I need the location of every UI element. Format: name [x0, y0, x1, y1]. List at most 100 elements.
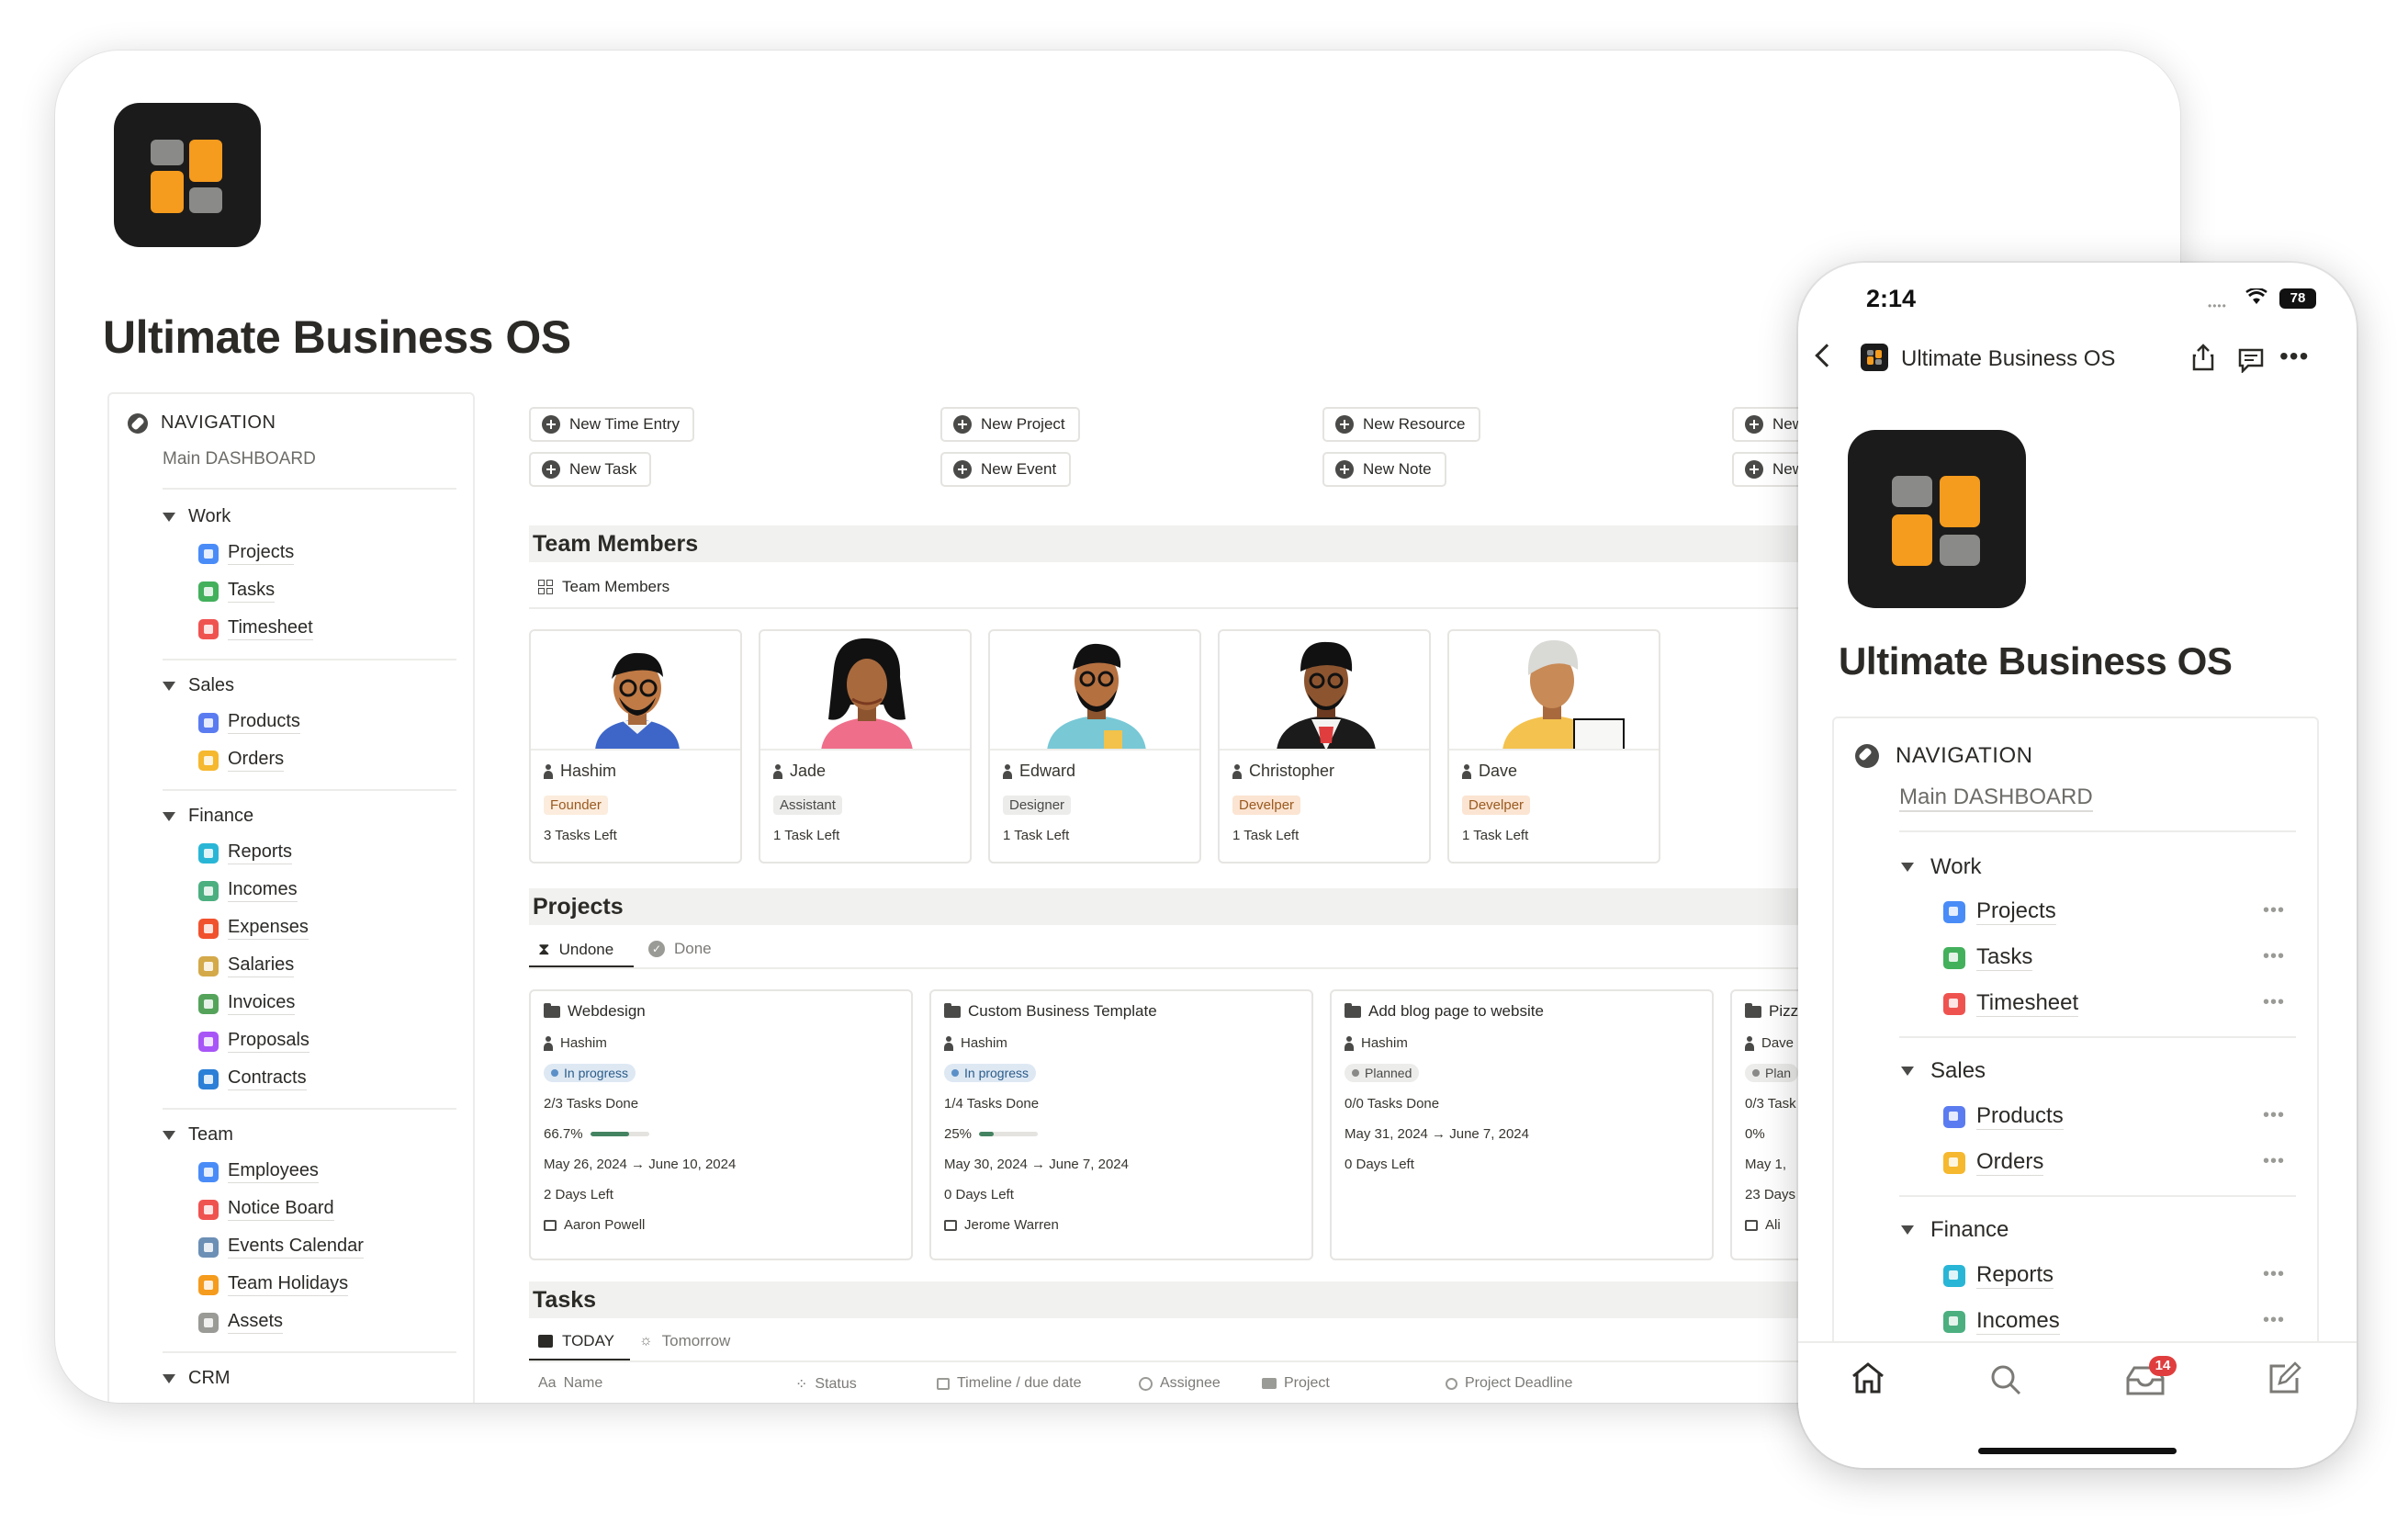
project-card[interactable]: Webdesign Hashim In progress 2/3 Tasks D… [529, 989, 913, 1260]
nav-group-work[interactable]: Work [1901, 854, 1982, 880]
column-header-assignee[interactable]: Assignee [1139, 1375, 1221, 1392]
home-icon[interactable] [1850, 1361, 1886, 1394]
progress: 66.7% [544, 1126, 649, 1142]
column-header-project-deadline[interactable]: Project Deadline [1446, 1375, 1572, 1392]
contracts-icon [198, 1068, 219, 1089]
incomes-icon [1943, 1310, 1965, 1333]
progress: 0% [1745, 1126, 1765, 1142]
more-icon[interactable]: ••• [2263, 1310, 2285, 1331]
sidebar-item-expenses[interactable]: Expenses [198, 917, 309, 940]
nav-group-crm[interactable]: CRM [163, 1368, 231, 1389]
project-card[interactable]: Custom Business Template Hashim In progr… [929, 989, 1313, 1260]
nav-group-finance[interactable]: Finance [163, 806, 253, 827]
sidebar-item-employees[interactable]: Employees [198, 1160, 319, 1183]
new-event-button[interactable]: New Event [940, 452, 1072, 487]
gallery-icon [538, 580, 553, 594]
tasks-done: 2/3 Tasks Done [544, 1096, 639, 1112]
search-icon[interactable] [1989, 1363, 2022, 1396]
sidebar-item-invoices[interactable]: Invoices [198, 992, 296, 1015]
sidebar-item-projects[interactable]: Projects [198, 542, 295, 565]
person-icon [773, 763, 782, 779]
navigation-header: NAVIGATION [1855, 743, 2032, 769]
comment-icon[interactable] [2237, 347, 2265, 373]
sidebar-item-projects[interactable]: Projects [1943, 898, 2056, 925]
sidebar-item-timesheet[interactable]: Timesheet [1943, 990, 2079, 1017]
plus-circle-icon [542, 415, 560, 434]
column-header-timeline[interactable]: Timeline / due date [937, 1375, 1081, 1392]
sidebar-item-products[interactable]: Products [198, 711, 300, 734]
role-badge: Designer [1003, 796, 1072, 815]
more-icon[interactable]: ••• [2263, 900, 2285, 921]
invoices-icon [198, 993, 219, 1014]
phone-frame: 2:14 •••• 78 Ultimate Business OS ••• Ul… [1798, 263, 2357, 1468]
project-card[interactable]: Add blog page to website Hashim Planned … [1330, 989, 1714, 1260]
more-icon[interactable]: ••• [2263, 946, 2285, 967]
employees-icon [198, 1161, 219, 1182]
calendar-icon [538, 1335, 553, 1348]
tab-tomorrow[interactable]: ☼ Tomorrow [639, 1332, 730, 1350]
sidebar-item-notice-board[interactable]: Notice Board [198, 1198, 334, 1221]
sidebar-item-salaries[interactable]: Salaries [198, 954, 295, 977]
team-member-card[interactable]: Jade Assistant 1 Task Left [759, 629, 972, 864]
sidebar-item-team-holidays[interactable]: Team Holidays [198, 1273, 349, 1296]
team-members-view-tab[interactable]: Team Members [538, 578, 670, 596]
person-circle-icon [1139, 1376, 1153, 1391]
column-header-status[interactable]: ⁘ Status [795, 1375, 857, 1394]
team-member-card[interactable]: Christopher Develper 1 Task Left [1218, 629, 1431, 864]
sidebar-item-contracts[interactable]: Contracts [198, 1067, 307, 1090]
sidebar-item-tasks[interactable]: Tasks [198, 580, 276, 603]
team-member-card[interactable]: Hashim Founder 3 Tasks Left [529, 629, 742, 864]
new-task-button[interactable]: New Task [529, 452, 652, 487]
back-chevron-icon[interactable] [1815, 344, 1839, 367]
project-client: Aaron Powell [544, 1217, 645, 1233]
divider [163, 1351, 456, 1353]
tab-done[interactable]: ✓ Done [648, 940, 712, 958]
sidebar-item-tasks[interactable]: Tasks [1943, 944, 2033, 971]
days-left: 23 Days [1745, 1187, 1796, 1202]
nav-group-finance[interactable]: Finance [1901, 1217, 2009, 1243]
sidebar-item-events-calendar[interactable]: Events Calendar [198, 1236, 364, 1259]
divider [163, 659, 456, 660]
sidebar-item-products[interactable]: Products [1943, 1103, 2064, 1130]
compose-icon[interactable] [2267, 1361, 2301, 1396]
share-icon[interactable] [2191, 344, 2215, 371]
sidebar-item-reports[interactable]: Reports [198, 841, 293, 864]
calendar-icon [937, 1377, 950, 1390]
nav-group-work[interactable]: Work [163, 506, 231, 527]
toggle-triangle-icon [163, 512, 175, 522]
more-icon[interactable]: ••• [2263, 992, 2285, 1013]
new-time-entry-button[interactable]: New Time Entry [529, 407, 694, 442]
nav-group-team[interactable]: Team [163, 1124, 233, 1146]
sidebar-item-reports[interactable]: Reports [1943, 1262, 2054, 1289]
sidebar-item-orders[interactable]: Orders [198, 749, 285, 772]
progress-bar [979, 1132, 1039, 1136]
new-note-button[interactable]: New Note [1322, 452, 1446, 487]
sidebar-item-incomes[interactable]: Incomes [1943, 1308, 2060, 1335]
column-header-project[interactable]: Project [1262, 1375, 1330, 1392]
main-dashboard-link[interactable]: Main DASHBOARD [163, 449, 316, 469]
tab-undone[interactable]: ⧗ Undone [538, 940, 613, 959]
more-icon[interactable]: ••• [2279, 344, 2309, 369]
new-resource-button[interactable]: New Resource [1322, 407, 1480, 442]
text-type-icon: Aa [538, 1375, 557, 1391]
team-member-card[interactable]: Dave Develper 1 Task Left [1447, 629, 1660, 864]
wifi-icon [2245, 288, 2267, 304]
sidebar-item-incomes[interactable]: Incomes [198, 879, 298, 902]
team-member-card[interactable]: Edward Designer 1 Task Left [988, 629, 1201, 864]
navigation-panel: NAVIGATION Main DASHBOARD Work Projects … [107, 392, 475, 1403]
person-icon [1745, 1035, 1754, 1051]
new-project-button[interactable]: New Project [940, 407, 1080, 442]
nav-group-sales[interactable]: Sales [163, 675, 234, 696]
column-header-name[interactable]: Aa Name [538, 1375, 602, 1392]
sidebar-item-proposals[interactable]: Proposals [198, 1030, 309, 1053]
cellular-signal-icon: •••• [2208, 299, 2227, 312]
sidebar-item-timesheet[interactable]: Timesheet [198, 617, 313, 640]
more-icon[interactable]: ••• [2263, 1151, 2285, 1172]
sidebar-item-orders[interactable]: Orders [1943, 1149, 2044, 1176]
nav-group-sales[interactable]: Sales [1901, 1058, 1986, 1084]
more-icon[interactable]: ••• [2263, 1105, 2285, 1126]
main-dashboard-link[interactable]: Main DASHBOARD [1899, 785, 2093, 812]
tab-today[interactable]: TODAY [538, 1332, 614, 1350]
more-icon[interactable]: ••• [2263, 1264, 2285, 1285]
sidebar-item-assets[interactable]: Assets [198, 1311, 284, 1334]
